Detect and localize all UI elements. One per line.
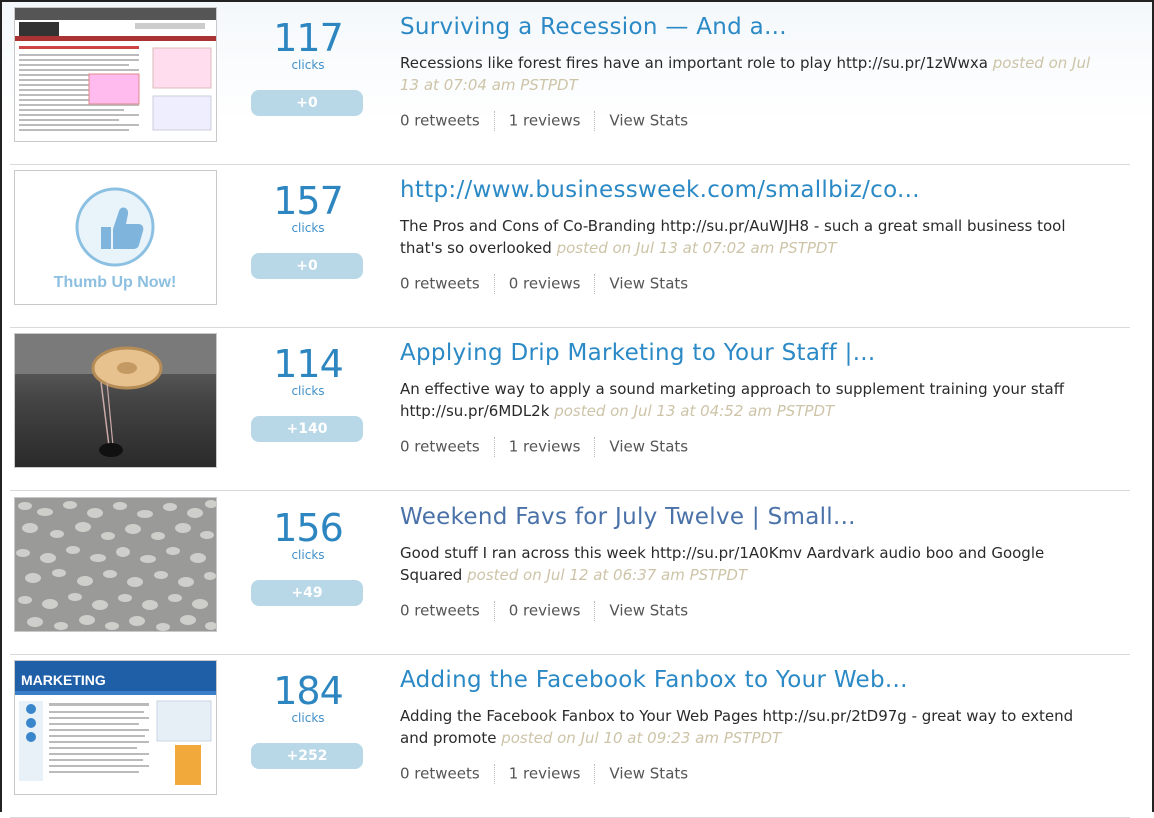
clicks-label: clicks (291, 58, 325, 72)
view-stats-link[interactable]: View Stats (609, 275, 688, 293)
clicks-count: 184 (273, 669, 344, 713)
reviews-link[interactable]: 1 reviews (509, 112, 581, 130)
retweets-link[interactable]: 0 retweets (400, 765, 480, 783)
clicks-delta-badge: +140 (251, 416, 363, 442)
row-divider (10, 490, 1130, 491)
item-description: Adding the Facebook Fanbox to Your Web P… (400, 705, 1100, 749)
stumble-upload-list: 117 clicks +0 Surviving a Recession — An… (0, 0, 1154, 818)
list-item: MARKETING 184 clicks +252 Adding the Fac… (2, 655, 1130, 818)
item-title-link[interactable]: Surviving a Recession — And a... (400, 14, 787, 40)
reviews-link[interactable]: 1 reviews (509, 765, 581, 783)
view-stats-link[interactable]: View Stats (609, 438, 688, 456)
divider (594, 437, 596, 457)
webpage-thumbnail-icon (15, 8, 216, 141)
divider (493, 764, 495, 784)
thumbnail-photo[interactable] (14, 333, 217, 468)
retweets-link[interactable]: 0 retweets (400, 438, 480, 456)
item-actions: 0 retweets 0 reviews View Stats (400, 274, 688, 294)
clicks-count: 114 (273, 342, 344, 386)
clicks-label: clicks (291, 711, 325, 725)
divider (594, 111, 596, 131)
item-actions: 0 retweets 0 reviews View Stats (400, 601, 688, 621)
posted-date: posted on Jul 13 at 04:52 am PSTPDT (554, 402, 835, 420)
clicks-label: clicks (291, 384, 325, 398)
posted-date: posted on Jul 13 at 07:02 am PSTPDT (556, 239, 837, 257)
view-stats-link[interactable]: View Stats (609, 602, 688, 620)
divider (493, 274, 495, 294)
retweets-link[interactable]: 0 retweets (400, 112, 480, 130)
retweets-link[interactable]: 0 retweets (400, 275, 480, 293)
clicks-count: 156 (273, 506, 344, 550)
list-item: 114 clicks +140 Applying Drip Marketing … (2, 328, 1130, 491)
item-description: The Pros and Cons of Co-Branding http://… (400, 215, 1100, 259)
reviews-link[interactable]: 0 reviews (509, 275, 581, 293)
description-text: Recessions like forest fires have an imp… (400, 54, 988, 72)
reviews-link[interactable]: 1 reviews (509, 438, 581, 456)
posted-date: posted on Jul 10 at 09:23 am PSTPDT (501, 729, 782, 747)
item-title-link[interactable]: Weekend Favs for July Twelve | Small... (400, 504, 856, 530)
divider (594, 601, 596, 621)
item-actions: 0 retweets 1 reviews View Stats (400, 111, 688, 131)
thumbnail-photo[interactable] (14, 497, 217, 632)
faucet-photo-icon (15, 334, 216, 467)
clicks-delta-badge: +0 (251, 253, 363, 279)
view-stats-link[interactable]: View Stats (609, 765, 688, 783)
item-actions: 0 retweets 1 reviews View Stats (400, 437, 688, 457)
webpage-thumbnail-icon: MARKETING (15, 661, 216, 794)
clicks-count: 117 (273, 16, 344, 60)
clicks-label: clicks (291, 548, 325, 562)
item-actions: 0 retweets 1 reviews View Stats (400, 764, 688, 784)
thumbnail-webpage[interactable] (14, 7, 217, 142)
list-item: 117 clicks +0 Surviving a Recession — An… (2, 2, 1130, 165)
retweets-link[interactable]: 0 retweets (400, 602, 480, 620)
divider (493, 601, 495, 621)
item-title-link[interactable]: Applying Drip Marketing to Your Staff |.… (400, 340, 876, 366)
reviews-link[interactable]: 0 reviews (509, 602, 581, 620)
thumb-logo: MARKETING (21, 672, 106, 688)
clicks-label: clicks (291, 221, 325, 235)
divider (493, 437, 495, 457)
clicks-count: 157 (273, 179, 344, 223)
divider (594, 764, 596, 784)
clicks-delta-badge: +0 (251, 90, 363, 116)
item-description: Good stuff I ran across this week http:/… (400, 542, 1100, 586)
divider (594, 274, 596, 294)
thumbnail-webpage[interactable]: MARKETING (14, 660, 217, 795)
thumbnail-thumb-up[interactable]: Thumb Up Now! (14, 170, 217, 305)
list-item: 156 clicks +49 Weekend Favs for July Twe… (2, 492, 1130, 655)
pebbles-photo-icon (15, 498, 216, 631)
item-description: Recessions like forest fires have an imp… (400, 52, 1100, 96)
list-item: Thumb Up Now! 157 clicks +0 http://www.b… (2, 165, 1130, 328)
item-title-link[interactable]: http://www.businessweek.com/smallbiz/co.… (400, 177, 920, 203)
clicks-delta-badge: +252 (251, 743, 363, 769)
item-title-link[interactable]: Adding the Facebook Fanbox to Your Web..… (400, 667, 908, 693)
thumb-up-icon: Thumb Up Now! (54, 187, 177, 291)
view-stats-link[interactable]: View Stats (609, 112, 688, 130)
clicks-delta-badge: +49 (251, 580, 363, 606)
posted-date: posted on Jul 12 at 06:37 am PSTPDT (467, 566, 748, 584)
thumb-up-caption: Thumb Up Now! (54, 274, 177, 291)
item-description: An effective way to apply a sound market… (400, 378, 1100, 422)
divider (493, 111, 495, 131)
